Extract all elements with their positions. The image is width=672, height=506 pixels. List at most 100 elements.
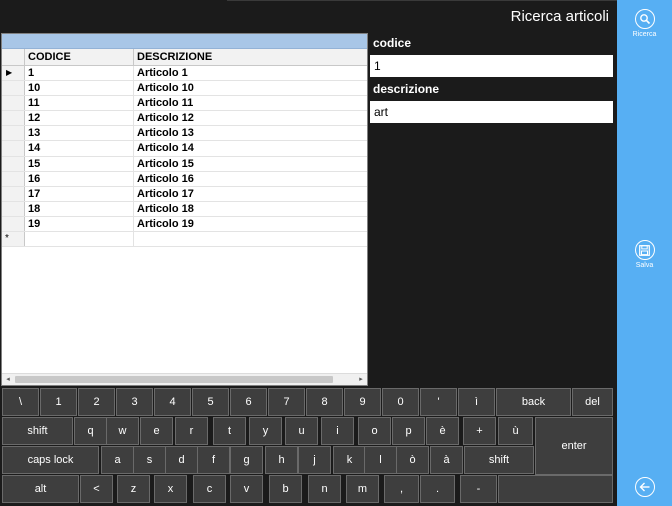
key-char[interactable]: d (165, 446, 198, 474)
key-char[interactable]: n (308, 475, 341, 503)
cell-descrizione[interactable]: Articolo 15 (134, 157, 365, 171)
column-header-descrizione[interactable]: DESCRIZIONE (134, 49, 365, 65)
key-space[interactable] (498, 475, 613, 503)
back-button[interactable] (617, 477, 672, 497)
key-char[interactable]: v (230, 475, 263, 503)
key-char[interactable]: \ (2, 388, 39, 416)
table-row[interactable]: 13 Articolo 13 (2, 126, 367, 142)
key-char[interactable]: 5 (192, 388, 229, 416)
key-char[interactable]: ì (458, 388, 495, 416)
row-selector[interactable] (2, 201, 25, 216)
table-row[interactable]: 18 Articolo 18 (2, 201, 367, 217)
key-char[interactable]: 0 (382, 388, 419, 416)
cell-codice[interactable]: 13 (25, 126, 134, 141)
table-row[interactable]: ▶ 1 Articolo 1 (2, 66, 367, 82)
key-char[interactable]: p (392, 417, 425, 445)
cell-descrizione[interactable]: Articolo 11 (134, 96, 365, 110)
key-char[interactable]: l (364, 446, 397, 474)
key-char[interactable]: e (140, 417, 173, 445)
table-row[interactable]: 15 Articolo 15 (2, 156, 367, 172)
key-char[interactable]: x (154, 475, 187, 503)
row-selector[interactable] (2, 171, 25, 186)
key-char[interactable]: 8 (306, 388, 343, 416)
table-row[interactable]: 19 Articolo 19 (2, 216, 367, 233)
key-char[interactable]: c (193, 475, 226, 503)
key-char[interactable]: q (74, 417, 107, 445)
scroll-right-icon[interactable]: ▸ (355, 374, 367, 386)
key-char[interactable]: m (346, 475, 379, 503)
cell-descrizione[interactable]: Articolo 14 (134, 141, 365, 155)
cell-descrizione[interactable]: Articolo 17 (134, 187, 365, 201)
row-selector[interactable] (2, 126, 25, 141)
cell-codice[interactable]: 18 (25, 201, 134, 216)
scroll-left-icon[interactable]: ◂ (2, 374, 14, 386)
key-char[interactable]: , (384, 475, 419, 503)
key-char[interactable]: j (298, 446, 331, 474)
key-char[interactable]: g (230, 446, 263, 474)
key-char[interactable]: u (285, 417, 318, 445)
key-char[interactable]: < (80, 475, 113, 503)
key-caps-lock[interactable]: caps lock (2, 446, 99, 474)
key-del[interactable]: del (572, 388, 613, 416)
table-row[interactable]: 17 Articolo 17 (2, 186, 367, 202)
key-char[interactable]: 2 (78, 388, 115, 416)
key-char[interactable]: 7 (268, 388, 305, 416)
cell-codice[interactable]: 17 (25, 186, 134, 201)
table-row[interactable]: 11 Articolo 11 (2, 96, 367, 112)
key-char[interactable]: ' (420, 388, 457, 416)
horizontal-scrollbar[interactable]: ◂ ▸ (2, 373, 367, 385)
cell-descrizione[interactable]: Articolo 16 (134, 172, 365, 186)
cell-descrizione[interactable] (134, 232, 365, 246)
key-back[interactable]: back (496, 388, 571, 416)
key-char[interactable]: z (117, 475, 150, 503)
row-selector[interactable]: ▶ (2, 66, 25, 81)
cell-descrizione[interactable]: Articolo 1 (134, 66, 365, 80)
key-shift[interactable]: shift (464, 446, 534, 474)
key-char[interactable]: 6 (230, 388, 267, 416)
key-char[interactable]: o (358, 417, 391, 445)
cell-descrizione[interactable]: Articolo 10 (134, 81, 365, 95)
key-char[interactable]: à (430, 446, 463, 474)
row-selector[interactable] (2, 141, 25, 156)
cell-codice[interactable]: 12 (25, 111, 134, 126)
key-char[interactable]: ù (498, 417, 533, 445)
row-selector[interactable] (2, 96, 25, 111)
key-char[interactable]: w (106, 417, 139, 445)
cell-codice[interactable]: 14 (25, 141, 134, 156)
key-char[interactable]: + (463, 417, 496, 445)
key-char[interactable]: 9 (344, 388, 381, 416)
key-char[interactable]: k (333, 446, 366, 474)
column-header-codice[interactable]: CODICE (25, 49, 134, 65)
key-char[interactable]: f (197, 446, 230, 474)
key-char[interactable]: 4 (154, 388, 191, 416)
key-char[interactable]: 1 (40, 388, 77, 416)
cell-codice[interactable]: 11 (25, 96, 134, 111)
row-selector[interactable] (2, 186, 25, 201)
cell-codice[interactable]: 19 (25, 216, 134, 232)
key-char[interactable]: y (249, 417, 282, 445)
key-char[interactable]: 3 (116, 388, 153, 416)
key-char[interactable]: s (133, 446, 166, 474)
key-char[interactable]: ò (396, 446, 429, 474)
scrollbar-thumb[interactable] (15, 376, 333, 383)
key-enter[interactable]: enter (535, 417, 613, 475)
key-char[interactable]: a (101, 446, 134, 474)
key-char[interactable]: i (321, 417, 354, 445)
descrizione-field[interactable] (370, 101, 613, 123)
new-row[interactable]: * (2, 232, 367, 248)
key-char[interactable]: r (175, 417, 208, 445)
cell-codice[interactable]: 1 (25, 66, 134, 81)
cell-codice[interactable]: 16 (25, 171, 134, 186)
key-char[interactable]: b (269, 475, 302, 503)
table-row[interactable]: 14 Articolo 14 (2, 141, 367, 157)
key-alt[interactable]: alt (2, 475, 79, 503)
codice-field[interactable] (370, 55, 613, 77)
cell-descrizione[interactable]: Articolo 12 (134, 111, 365, 125)
row-selector[interactable] (2, 111, 25, 126)
key-char[interactable]: h (265, 446, 298, 474)
key-char[interactable]: è (426, 417, 459, 445)
cell-codice[interactable]: 15 (25, 156, 134, 171)
row-selector[interactable] (2, 216, 25, 232)
table-row[interactable]: 12 Articolo 12 (2, 111, 367, 127)
articles-grid[interactable]: CODICE DESCRIZIONE ▶ 1 Articolo 1 10 Articol… (1, 33, 368, 386)
